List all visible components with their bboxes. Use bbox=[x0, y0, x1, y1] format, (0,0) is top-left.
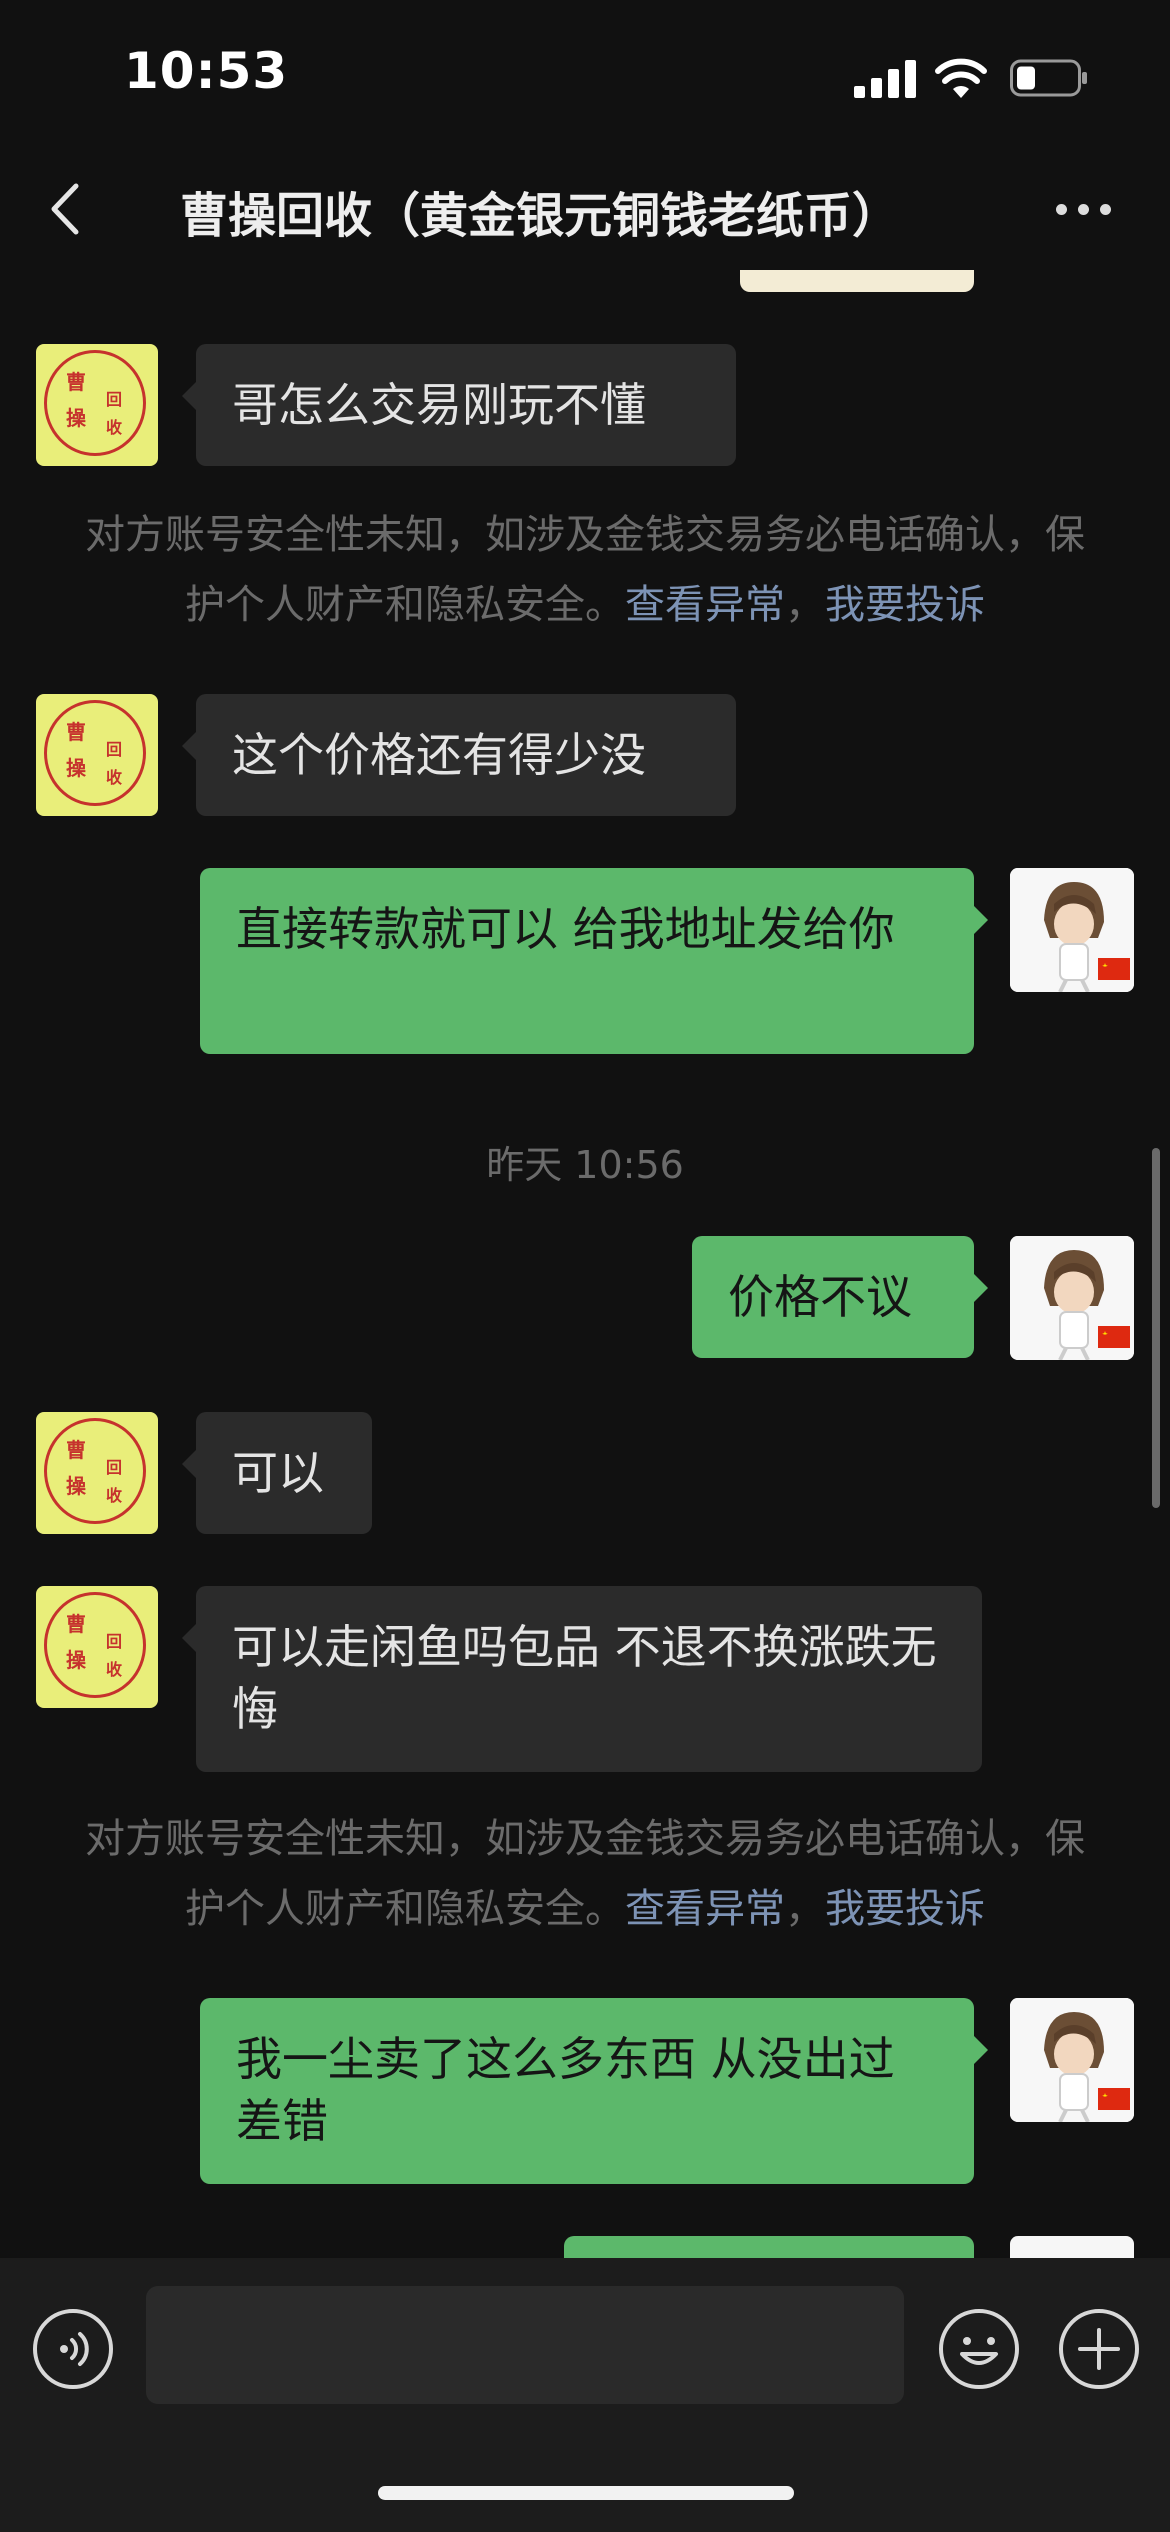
avatar-char: 收 bbox=[106, 418, 123, 437]
avatar-char: 收 bbox=[106, 1486, 123, 1505]
avatar-char: 曹 bbox=[66, 720, 86, 744]
avatar-char: 回 bbox=[106, 390, 123, 409]
security-notice: 对方账号安全性未知，如涉及金钱交易务必电话确认，保护个人财产和隐私安全。查看异常… bbox=[80, 1804, 1090, 1944]
report-complaint-link[interactable]: 我要投诉 bbox=[825, 1886, 985, 1932]
emoji-icon[interactable] bbox=[938, 2308, 1020, 2390]
avatar-char: 操 bbox=[66, 1474, 86, 1498]
my-avatar[interactable] bbox=[1010, 1236, 1134, 1360]
back-chevron-icon[interactable] bbox=[40, 174, 90, 244]
seal-logo bbox=[44, 350, 146, 456]
security-notice: 对方账号安全性未知，如涉及金钱交易务必电话确认，保护个人财产和隐私安全。查看异常… bbox=[80, 500, 1090, 640]
chat-header: 曹操回收（黄金银元铜钱老纸币） bbox=[0, 150, 1170, 270]
outgoing-message[interactable]: 我一尘卖了这么多东西 从没出过差错 bbox=[200, 1998, 988, 2184]
avatar-char: 操 bbox=[66, 1648, 86, 1672]
my-avatar[interactable] bbox=[1010, 868, 1134, 992]
outgoing-message-partial[interactable] bbox=[564, 2236, 974, 2258]
my-avatar-partial[interactable] bbox=[1010, 2236, 1134, 2258]
incoming-message[interactable]: 可以 bbox=[182, 1412, 372, 1534]
input-bar bbox=[0, 2258, 1170, 2532]
my-avatar[interactable] bbox=[1010, 1998, 1134, 2122]
incoming-message[interactable]: 这个价格还有得少没 bbox=[182, 694, 736, 816]
cartoon-avatar-image bbox=[1010, 1998, 1134, 2122]
plus-icon[interactable] bbox=[1058, 2308, 1140, 2390]
contact-avatar[interactable]: 曹 操 回 收 bbox=[36, 1412, 158, 1534]
report-complaint-link[interactable]: 我要投诉 bbox=[825, 582, 985, 628]
cartoon-avatar-image bbox=[1010, 868, 1134, 992]
avatar-char: 操 bbox=[66, 756, 86, 780]
incoming-message[interactable]: 哥怎么交易刚玩不懂 bbox=[182, 344, 736, 466]
avatar-char: 收 bbox=[106, 768, 123, 787]
view-abnormal-link[interactable]: 查看异常 bbox=[625, 1886, 785, 1932]
message-input[interactable] bbox=[146, 2286, 904, 2404]
avatar-char: 曹 bbox=[66, 1438, 86, 1462]
avatar-char: 回 bbox=[106, 740, 123, 759]
scrollbar[interactable] bbox=[1152, 1148, 1160, 1508]
outgoing-message[interactable]: 直接转款就可以 给我地址发给你 bbox=[200, 868, 988, 1054]
status-bar: 10:53 bbox=[0, 0, 1170, 150]
avatar-char: 回 bbox=[106, 1632, 123, 1651]
chat-message-list[interactable]: 曹 操 回 收 哥怎么交易刚玩不懂 对方账号安全性未知，如涉及金钱交易务必电话确… bbox=[0, 270, 1170, 2258]
outgoing-message[interactable]: 价格不议 bbox=[692, 1236, 988, 1358]
wifi-icon bbox=[935, 58, 987, 98]
avatar-char: 收 bbox=[106, 1660, 123, 1679]
view-abnormal-link[interactable]: 查看异常 bbox=[625, 582, 785, 628]
cartoon-avatar-image bbox=[1010, 1236, 1134, 1360]
avatar-char: 操 bbox=[66, 406, 86, 430]
notice-separator: ， bbox=[785, 582, 825, 628]
voice-icon[interactable] bbox=[32, 2308, 114, 2390]
image-message-partial[interactable] bbox=[740, 270, 974, 292]
more-dots-icon[interactable] bbox=[1052, 184, 1116, 234]
battery-icon bbox=[1010, 59, 1087, 97]
incoming-message[interactable]: 可以走闲鱼吗包品 不退不换涨跌无悔 bbox=[182, 1586, 982, 1772]
contact-avatar[interactable]: 曹 操 回 收 bbox=[36, 1586, 158, 1708]
seal-logo bbox=[44, 1418, 146, 1524]
notice-separator: ， bbox=[785, 1886, 825, 1932]
status-time: 10:53 bbox=[124, 42, 289, 100]
home-indicator[interactable] bbox=[378, 2486, 794, 2500]
contact-avatar[interactable]: 曹 操 回 收 bbox=[36, 694, 158, 816]
avatar-char: 曹 bbox=[66, 370, 86, 394]
seal-logo bbox=[44, 1592, 146, 1698]
seal-logo bbox=[44, 700, 146, 806]
contact-avatar[interactable]: 曹 操 回 收 bbox=[36, 344, 158, 466]
avatar-char: 回 bbox=[106, 1458, 123, 1477]
chat-title: 曹操回收（黄金银元铜钱老纸币） bbox=[180, 188, 901, 244]
signal-icon bbox=[854, 60, 916, 98]
chat-timestamp: 昨天 10:56 bbox=[486, 1143, 684, 1187]
avatar-char: 曹 bbox=[66, 1612, 86, 1636]
